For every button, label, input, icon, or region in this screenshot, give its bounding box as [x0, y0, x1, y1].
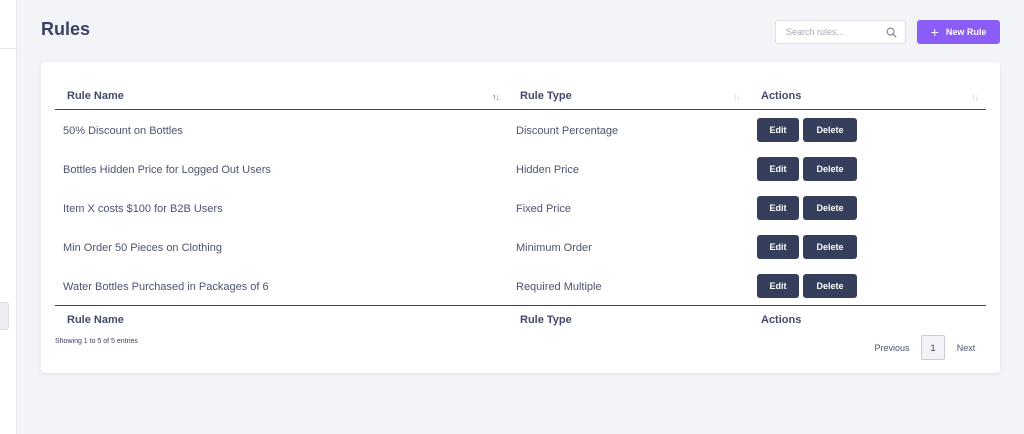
- rule-type-cell: Required Multiple: [516, 281, 602, 293]
- delete-button[interactable]: Delete: [803, 274, 857, 298]
- rule-type-cell: Hidden Price: [516, 164, 579, 176]
- search-icon[interactable]: [886, 27, 897, 38]
- column-header-rule-name[interactable]: Rule Name: [67, 90, 124, 102]
- rule-type-cell: Minimum Order: [516, 242, 592, 254]
- sidebar-collapse-handle[interactable]: [0, 302, 9, 330]
- new-rule-button[interactable]: + New Rule: [917, 20, 1000, 44]
- header-divider: [55, 109, 986, 110]
- rule-name-cell: Water Bottles Purchased in Packages of 6: [63, 281, 269, 293]
- edit-button[interactable]: Edit: [757, 235, 799, 259]
- edit-button[interactable]: Edit: [757, 157, 799, 181]
- edit-button[interactable]: Edit: [757, 118, 799, 142]
- table-row: Item X costs $100 for B2B Users Fixed Pr…: [41, 196, 1000, 224]
- sort-arrows-icon[interactable]: ↑↓: [733, 92, 741, 102]
- delete-button[interactable]: Delete: [803, 118, 857, 142]
- previous-page-button[interactable]: Previous: [871, 335, 913, 360]
- plus-icon: +: [930, 23, 939, 40]
- table-row: Bottles Hidden Price for Logged Out User…: [41, 157, 1000, 185]
- search-box[interactable]: [775, 20, 906, 44]
- edit-button[interactable]: Edit: [757, 196, 799, 220]
- rule-name-cell: Bottles Hidden Price for Logged Out User…: [63, 164, 271, 176]
- sidebar-divider: [0, 48, 17, 49]
- sort-arrows-icon[interactable]: ↑↓: [492, 92, 500, 102]
- footer-divider: [55, 305, 986, 306]
- rule-name-cell: Item X costs $100 for B2B Users: [63, 203, 223, 215]
- rules-table-card: Rule Name ↑↓ Rule Type ↑↓ Actions ↑↓ 50%…: [41, 62, 1000, 373]
- footer-column-rule-type: Rule Type: [520, 314, 572, 326]
- page-1-button[interactable]: 1: [921, 335, 945, 360]
- sort-arrows-icon[interactable]: ↑↓: [971, 92, 979, 102]
- left-sidebar-rail: [0, 0, 17, 434]
- new-rule-label: New Rule: [945, 27, 987, 37]
- rule-name-cell: Min Order 50 Pieces on Clothing: [63, 242, 222, 254]
- edit-button[interactable]: Edit: [757, 274, 799, 298]
- rule-type-cell: Fixed Price: [516, 203, 572, 215]
- next-page-button[interactable]: Next: [951, 335, 981, 360]
- delete-button[interactable]: Delete: [803, 157, 857, 181]
- entries-info: Showing 1 to 5 of 5 entries: [55, 338, 138, 345]
- footer-column-rule-name: Rule Name: [67, 314, 124, 326]
- footer-column-actions: Actions: [761, 314, 802, 326]
- table-row: Water Bottles Purchased in Packages of 6…: [41, 274, 1000, 302]
- rule-type-cell: Discount Percentage: [516, 125, 619, 137]
- column-header-rule-type[interactable]: Rule Type: [520, 90, 572, 102]
- search-input[interactable]: [786, 27, 886, 37]
- rule-name-cell: 50% Discount on Bottles: [63, 125, 183, 137]
- table-row: 50% Discount on Bottles Discount Percent…: [41, 118, 1000, 146]
- table-row: Min Order 50 Pieces on Clothing Minimum …: [41, 235, 1000, 263]
- page-title: Rules: [41, 19, 91, 39]
- column-header-actions[interactable]: Actions: [761, 90, 801, 102]
- delete-button[interactable]: Delete: [803, 235, 857, 259]
- delete-button[interactable]: Delete: [803, 196, 857, 220]
